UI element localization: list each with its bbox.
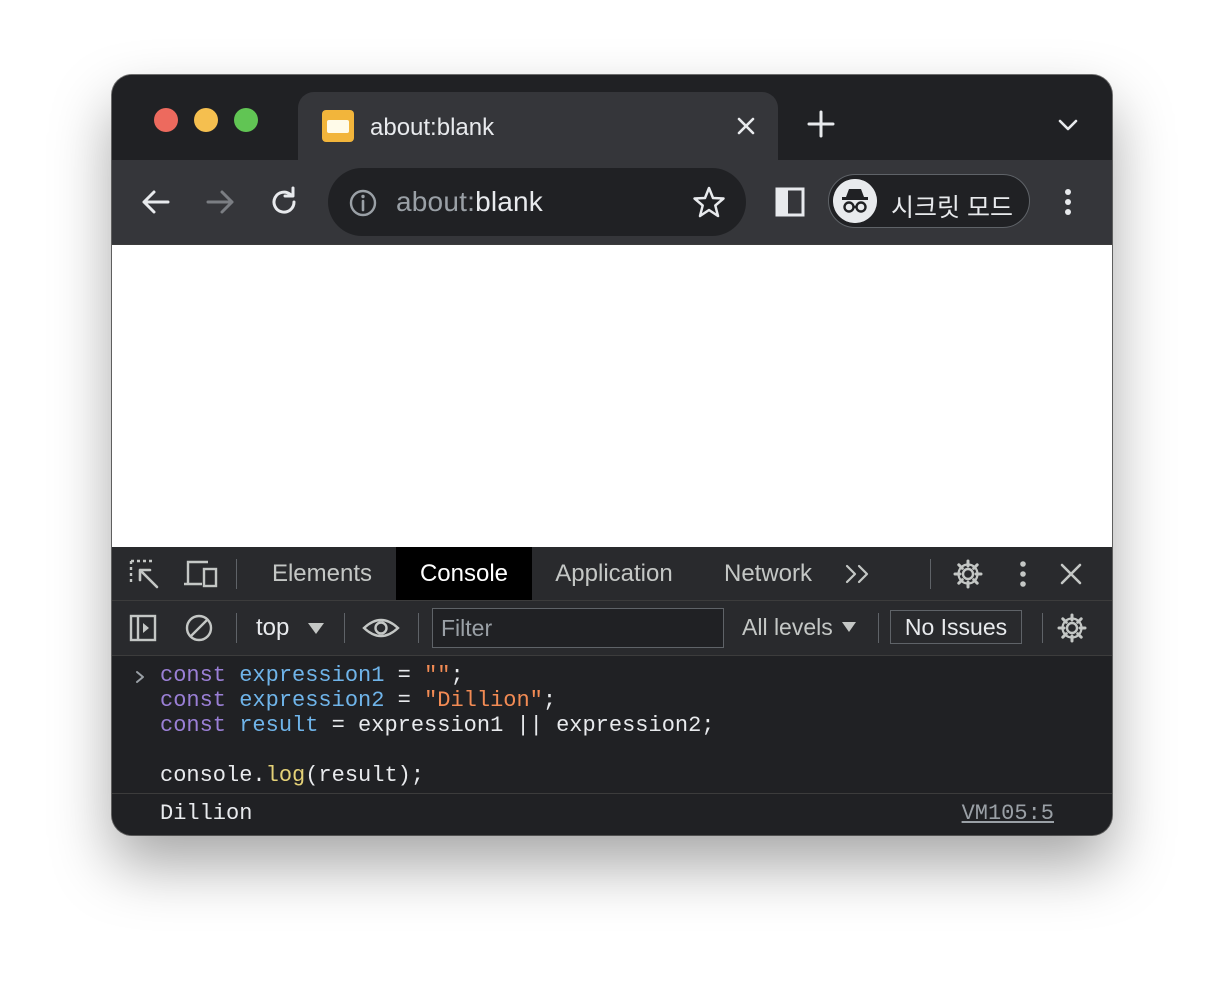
toolbar-divider [236,613,237,643]
console-filter[interactable] [432,608,724,648]
code-line-1: const expression1 = ""; [160,663,464,688]
code-line-5: console.log(result); [160,763,425,788]
url-path: blank [475,186,543,217]
address-bar[interactable]: about:blank [328,168,746,236]
close-tab-icon[interactable] [732,112,760,140]
page-viewport[interactable] [112,244,1112,548]
console-input-code: const expression1 = ""; const expression2… [160,663,715,788]
log-source-link[interactable]: VM105:5 [962,801,1054,826]
maximize-window-button[interactable] [234,108,258,132]
devtools-menu-kebab-icon[interactable] [1012,558,1034,590]
log-levels-dropdown[interactable]: All levels [742,614,833,641]
code-line-2: const expression2 = "Dillion"; [160,688,557,713]
toolbar-divider [930,559,931,589]
expand-chevron-icon[interactable] [132,669,148,685]
browser-toolbar: about:blank 시크릿 모드 [112,160,1112,244]
close-window-button[interactable] [154,108,178,132]
issues-button[interactable]: No Issues [890,610,1022,644]
back-arrow-icon[interactable] [138,184,174,220]
incognito-profile-button[interactable]: 시크릿 모드 [828,174,1030,228]
context-selector[interactable]: top [256,614,289,642]
tab-title: about:blank [370,114,495,141]
console-settings-gear-icon[interactable] [1056,612,1088,644]
devtools-tab-bar: Elements Console Application Network [112,547,1112,601]
tab-network[interactable]: Network [708,547,828,600]
browser-menu-kebab-icon[interactable] [1056,184,1080,220]
toolbar-divider [344,613,345,643]
tab-strip: about:blank [112,75,1112,160]
toolbar-divider [878,613,879,643]
tab-about-blank[interactable]: about:blank [298,92,778,160]
show-sidebar-icon[interactable] [128,613,158,643]
code-line-3: const result = expression1 || expression… [160,713,715,738]
close-devtools-icon[interactable] [1058,561,1084,587]
forward-arrow-icon[interactable] [202,184,238,220]
filter-input[interactable] [433,609,723,647]
url-text: about:blank [396,186,543,218]
devtools-panel: Elements Console Application Network top… [112,547,1112,835]
toolbar-divider [1042,613,1043,643]
log-output-value: Dillion [160,801,253,826]
reload-icon[interactable] [266,184,302,220]
toolbar-divider [418,613,419,643]
new-tab-plus-icon[interactable] [806,109,836,139]
device-toolbar-icon[interactable] [184,558,218,590]
console-output[interactable]: const expression1 = ""; const expression2… [112,655,1112,835]
console-toolbar: top All levels No Issues [112,601,1112,656]
bookmark-star-icon[interactable] [692,185,726,219]
tab-application[interactable]: Application [538,547,690,600]
page-favicon-icon [322,110,354,142]
levels-dropdown-arrow-icon[interactable] [842,622,856,632]
browser-window: about:blank about:blank 시크릿 모드 Elements … [112,75,1112,835]
devtools-settings-gear-icon[interactable] [952,558,984,590]
live-expression-eye-icon[interactable] [362,613,400,643]
tab-elements[interactable]: Elements [252,547,392,600]
clear-console-icon[interactable] [184,613,214,643]
inspect-element-icon[interactable] [128,558,160,590]
minimize-window-button[interactable] [194,108,218,132]
console-log-row: Dillion VM105:5 [112,793,1112,832]
more-tabs-chevrons-icon[interactable] [844,563,872,585]
toolbar-divider [236,559,237,589]
tab-console[interactable]: Console [396,547,532,600]
tab-search-chevron-down-icon[interactable] [1056,113,1080,137]
site-info-icon[interactable] [348,188,378,218]
incognito-icon [833,179,877,223]
context-dropdown-arrow-icon[interactable] [308,623,324,634]
url-scheme: about: [396,186,476,217]
side-panel-icon[interactable] [772,184,808,220]
incognito-label: 시크릿 모드 [891,194,1013,222]
